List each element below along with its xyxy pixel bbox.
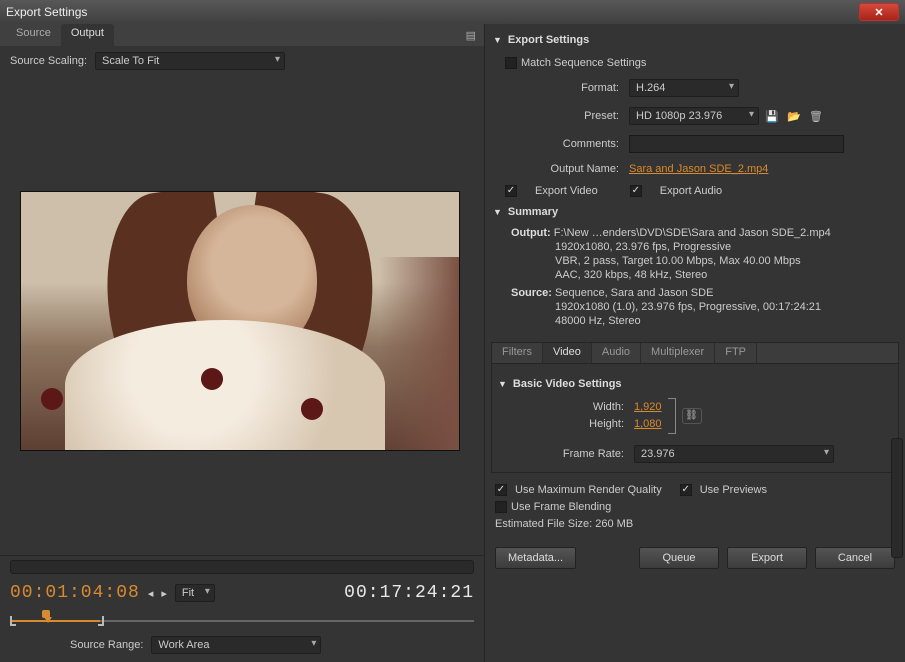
preview-tabs: Source Output ▤ <box>0 24 484 46</box>
height-value[interactable]: 1,080 <box>634 418 662 430</box>
use-previews-checkbox[interactable] <box>680 484 692 496</box>
delete-preset-icon[interactable]: 🗑 <box>807 108 825 124</box>
max-quality-label: Use Maximum Render Quality <box>515 484 662 496</box>
video-preview <box>20 191 460 451</box>
format-label: Format: <box>491 82 629 94</box>
height-label: Height: <box>496 418 634 430</box>
queue-button[interactable]: Queue <box>639 547 719 569</box>
frame-blending-label: Use Frame Blending <box>511 501 611 513</box>
export-settings-header[interactable]: ▼Export Settings <box>493 34 899 46</box>
tab-filters[interactable]: Filters <box>492 343 543 363</box>
tab-output[interactable]: Output <box>61 24 114 46</box>
preset-select[interactable]: HD 1080p 23.976 <box>629 107 759 125</box>
framerate-label: Frame Rate: <box>496 448 634 460</box>
comments-label: Comments: <box>491 138 629 150</box>
output-name-link[interactable]: Sara and Jason SDE_2.mp4 <box>629 163 768 175</box>
tab-source[interactable]: Source <box>6 24 61 46</box>
est-filesize-value: 260 MB <box>595 518 633 530</box>
step-back-icon[interactable]: ◂ <box>148 587 154 600</box>
est-filesize-label: Estimated File Size: <box>495 518 592 530</box>
export-audio-checkbox[interactable] <box>630 185 642 197</box>
import-preset-icon[interactable]: 📂 <box>785 108 803 124</box>
match-sequence-checkbox[interactable] <box>505 57 517 69</box>
format-select[interactable]: H.264 <box>629 79 739 97</box>
tab-video[interactable]: Video <box>543 343 592 363</box>
playhead[interactable] <box>40 610 52 624</box>
source-range-label: Source Range: <box>70 639 143 651</box>
link-dimensions-icon[interactable]: ⛓ <box>682 408 702 424</box>
titlebar: Export Settings ✕ <box>0 0 905 24</box>
timeline[interactable] <box>10 610 474 630</box>
frame-blending-checkbox[interactable] <box>495 501 507 513</box>
cancel-button[interactable]: Cancel <box>815 547 895 569</box>
settings-panel: ▼Export Settings Match Sequence Settings… <box>485 24 905 662</box>
tab-ftp[interactable]: FTP <box>715 343 757 363</box>
in-point-marker[interactable] <box>10 616 16 626</box>
source-scaling-label: Source Scaling: <box>10 55 87 67</box>
max-quality-checkbox[interactable] <box>495 484 507 496</box>
use-previews-label: Use Previews <box>700 484 767 496</box>
match-sequence-label: Match Sequence Settings <box>521 57 646 69</box>
tab-multiplexer[interactable]: Multiplexer <box>641 343 715 363</box>
current-timecode[interactable]: 00:01:04:08 <box>10 583 140 603</box>
export-button[interactable]: Export <box>727 547 807 569</box>
settings-tab-bar: Filters Video Audio Multiplexer FTP <box>491 342 899 364</box>
preview-panel: Source Output ▤ Source Scaling: Scale To… <box>0 24 485 662</box>
duration-timecode: 00:17:24:21 <box>344 583 474 603</box>
zoom-fit-select[interactable]: Fit <box>175 584 215 602</box>
metadata-button[interactable]: Metadata... <box>495 547 576 569</box>
basic-video-header[interactable]: ▼Basic Video Settings <box>498 378 894 390</box>
preview-area <box>0 76 484 555</box>
output-name-label: Output Name: <box>491 163 629 175</box>
summary-body: Output: F:\New …enders\DVD\SDE\Sara and … <box>491 224 899 336</box>
close-button[interactable]: ✕ <box>859 3 899 21</box>
out-point-marker[interactable] <box>98 616 104 626</box>
preset-label: Preset: <box>491 110 629 122</box>
settings-scrollbar[interactable] <box>891 438 903 558</box>
tab-audio[interactable]: Audio <box>592 343 641 363</box>
window-title: Export Settings <box>6 5 87 19</box>
horizontal-scrollbar[interactable] <box>10 560 474 574</box>
source-range-select[interactable]: Work Area <box>151 636 321 654</box>
play-icon[interactable]: ▸ <box>161 587 167 600</box>
width-value[interactable]: 1,920 <box>634 401 662 413</box>
export-video-label: Export Video <box>535 185 598 197</box>
save-preset-icon[interactable]: 💾 <box>763 108 781 124</box>
panel-menu-icon[interactable]: ▤ <box>466 24 476 46</box>
export-video-checkbox[interactable] <box>505 185 517 197</box>
summary-header[interactable]: ▼Summary <box>493 206 899 218</box>
width-label: Width: <box>496 401 634 413</box>
source-scaling-select[interactable]: Scale To Fit <box>95 52 285 70</box>
comments-input[interactable] <box>629 135 844 153</box>
export-audio-label: Export Audio <box>660 185 722 197</box>
framerate-select[interactable]: 23.976 <box>634 445 834 463</box>
